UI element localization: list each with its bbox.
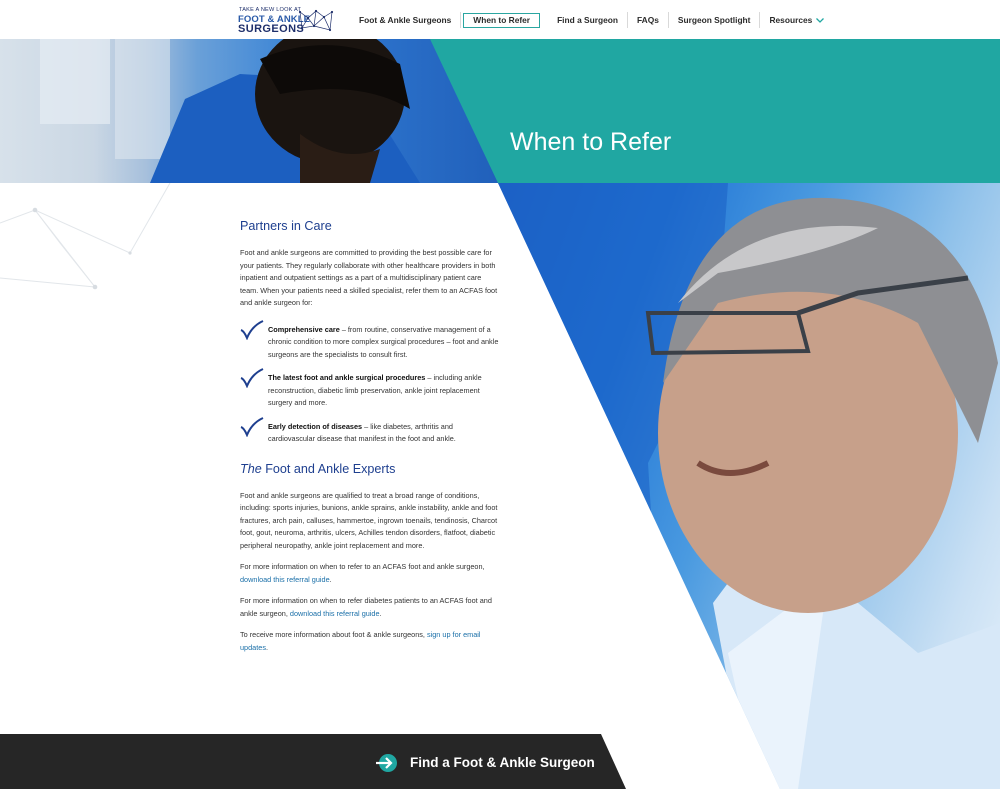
find-surgeon-cta-link[interactable]: Find a Foot & Ankle Surgeon (410, 755, 595, 770)
check-item-title: Comprehensive care (268, 324, 340, 334)
referral-guide-paragraph: For more information on when to refer to… (240, 561, 500, 586)
logo-line-2: SURGEONS (238, 22, 305, 35)
check-list-item: Early detection of diseases – like diabe… (240, 416, 500, 446)
diabetes-guide-end: . (379, 608, 382, 618)
doctor-portrait-photo (498, 183, 1000, 789)
experts-heading-rest: Foot and Ankle Experts (261, 461, 396, 476)
partners-intro: Foot and ankle surgeons are committed to… (240, 248, 498, 307)
diabetes-guide-paragraph: For more information on when to refer di… (240, 595, 500, 620)
check-item-title: Early detection of diseases (268, 421, 363, 431)
referral-guide-end: . (329, 574, 332, 584)
check-item-title: The latest foot and ankle surgical proce… (268, 373, 426, 382)
site-logo[interactable]: TAKE A NEW LOOK AT FOOT & ANKLE SURGEONS (238, 7, 334, 35)
nav-find-a-surgeon[interactable]: Find a Surgeon (548, 12, 629, 28)
network-background-graphic (0, 183, 171, 290)
diabetes-guide-link[interactable]: download this referral guide (290, 609, 380, 618)
logo-tagline: TAKE A NEW LOOK AT (239, 7, 302, 13)
page-title: When to Refer (510, 128, 672, 156)
main-content: Partners in Care Foot and ankle surgeons… (240, 219, 500, 663)
chevron-down-icon (816, 17, 825, 23)
network-graphic-icon (298, 9, 334, 32)
checkmark-icon (240, 319, 264, 340)
doctor-portrait-shapes (498, 183, 1000, 789)
referral-guide-text: For more information on when to refer to… (240, 562, 485, 571)
referral-guide-link[interactable]: download this referral guide (240, 575, 330, 584)
nav-foot-ankle-surgeons[interactable]: Foot & Ankle Surgeons (350, 12, 462, 28)
nav-resources[interactable]: Resources (760, 12, 833, 28)
nav-surgeon-spotlight[interactable]: Surgeon Spotlight (669, 12, 761, 28)
email-signup-paragraph: To receive more information about foot &… (240, 629, 500, 654)
email-signup-text: To receive more information about foot &… (240, 630, 427, 639)
site-header: TAKE A NEW LOOK AT FOOT & ANKLE SURGEONS… (0, 0, 1000, 39)
arrow-circle-icon[interactable] (375, 753, 398, 773)
experts-heading-em: The (240, 461, 262, 476)
email-signup-end: . (265, 642, 268, 652)
nav-when-to-refer[interactable]: When to Refer (463, 12, 541, 28)
checkmark-icon (240, 416, 264, 437)
nav-resources-label: Resources (769, 15, 813, 25)
check-list-item: Comprehensive care – from routine, conse… (240, 319, 500, 362)
check-list-item: The latest foot and ankle surgical proce… (240, 368, 500, 410)
main-nav: Foot & Ankle Surgeons When to Refer Find… (350, 11, 833, 29)
checkmark-icon (240, 368, 264, 388)
experts-body: Foot and ankle surgeons are qualified to… (240, 490, 498, 550)
section-heading-experts: The Foot and Ankle Experts (240, 462, 500, 476)
section-heading-partners: Partners in Care (240, 219, 332, 233)
nav-faqs[interactable]: FAQs (628, 12, 669, 28)
